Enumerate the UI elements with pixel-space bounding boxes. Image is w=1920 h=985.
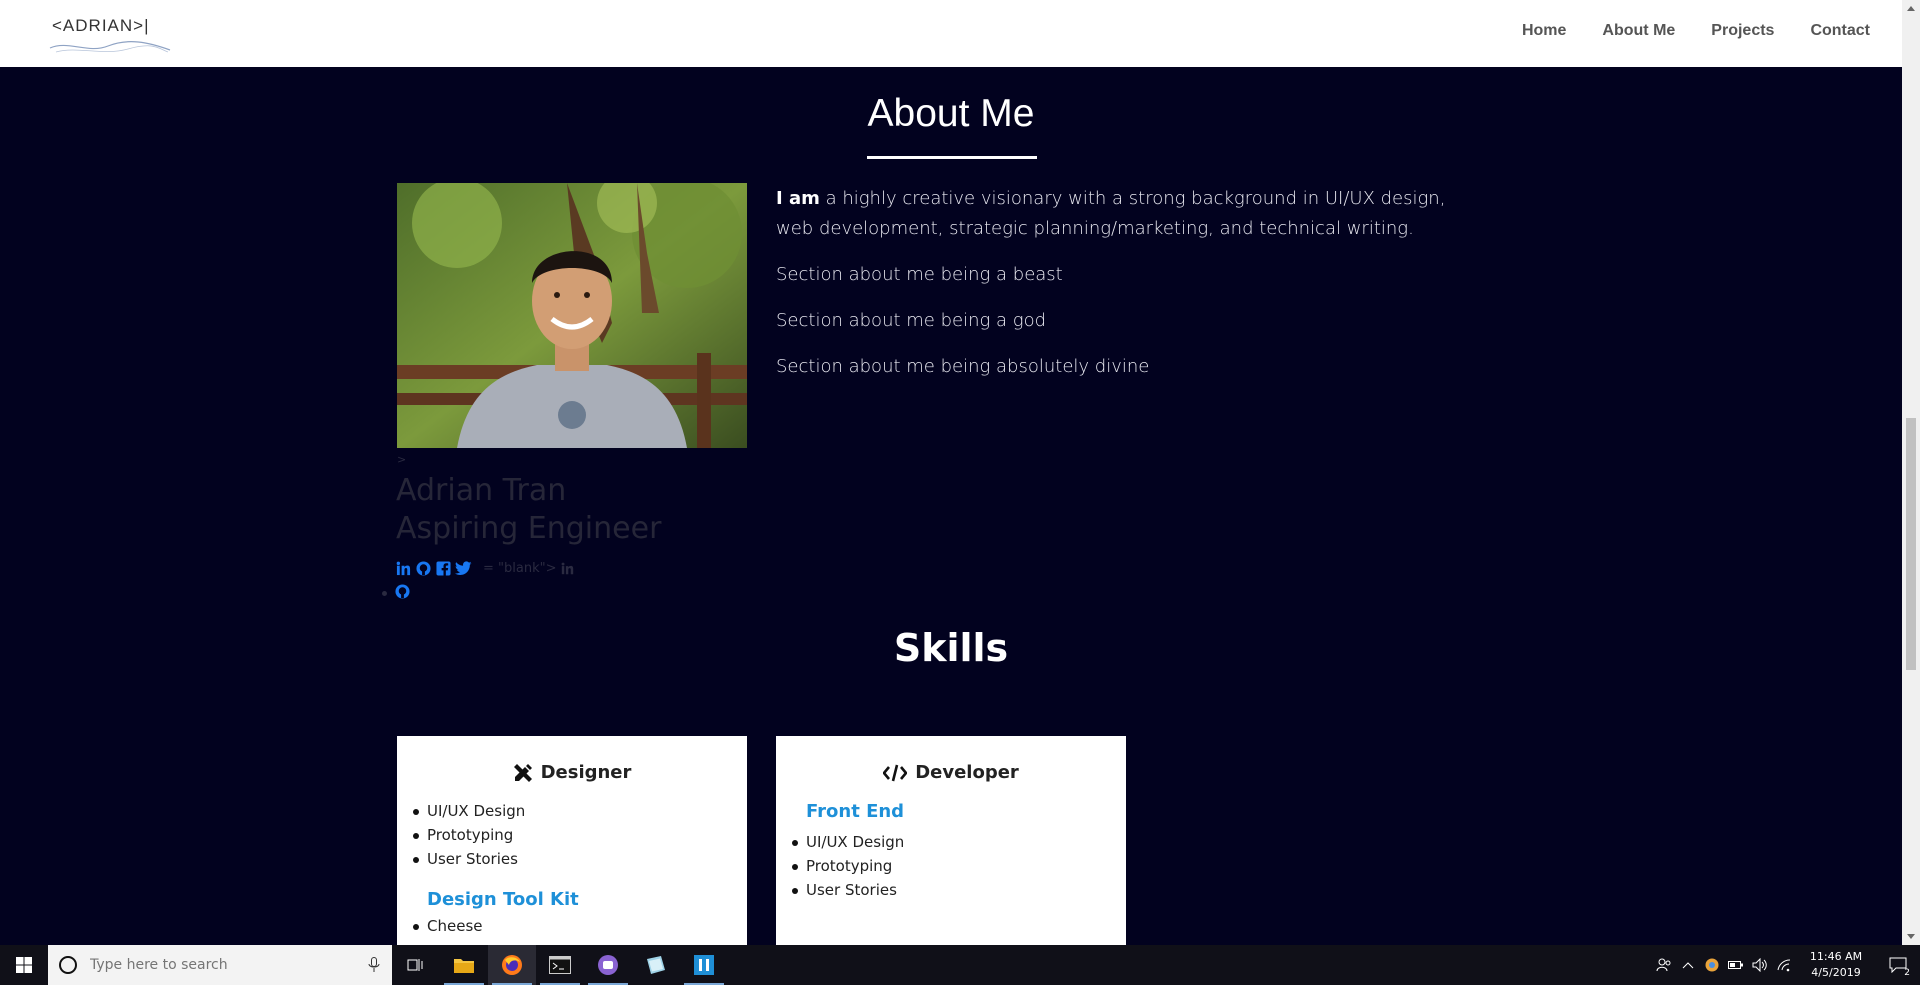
action-center-icon[interactable]: 2 [1876, 945, 1920, 985]
windows-start-icon[interactable] [0, 945, 48, 985]
profile-name-block: Adrian Tran Aspiring Engineer [396, 472, 661, 548]
task-view-icon[interactable] [392, 945, 440, 985]
list-item: UI/UX Design [413, 799, 747, 823]
skill-list: Cheese [413, 914, 747, 938]
skill-list: UI/UX Design Prototyping User Stories [413, 799, 747, 871]
list-bullet [382, 591, 387, 596]
stray-markup-text: = "blank"> [483, 561, 557, 576]
chat-app-icon[interactable] [584, 945, 632, 985]
linkedin-icon[interactable] [395, 560, 412, 577]
card-title: Designer [540, 762, 632, 783]
social-links: = "blank"> [395, 560, 576, 577]
bio-paragraph: Section about me being absolutely divine [776, 356, 1150, 377]
terminal-icon[interactable] [536, 945, 584, 985]
facebook-icon[interactable] [435, 560, 452, 577]
bio-text: I am a highly creative visionary with a … [776, 184, 1476, 398]
title-underline [867, 156, 1037, 159]
logo-text: <ADRIAN>| [52, 16, 150, 35]
about-section-title: About Me [867, 92, 1035, 135]
skill-card-developer: Developer Front End UI/UX Design Prototy… [776, 736, 1126, 946]
bio-paragraph: Section about me being a god [776, 310, 1047, 331]
scroll-up-arrow-icon[interactable] [1907, 6, 1915, 11]
twitter-icon[interactable] [455, 560, 472, 577]
list-item: Prototyping [792, 854, 1126, 878]
bio-lead: I am [776, 188, 820, 209]
logo-swoosh-icon [49, 41, 171, 53]
social-list-item [382, 584, 410, 603]
notification-count: 2 [1904, 968, 1910, 978]
list-item: Cheese [413, 914, 747, 938]
clock-time: 11:46 AM [1809, 950, 1863, 963]
nav-link-contact[interactable]: Contact [1810, 22, 1870, 40]
scroll-down-arrow-icon[interactable] [1907, 934, 1915, 939]
skill-list: UI/UX Design Prototyping User Stories [792, 830, 1126, 902]
list-item: UI/UX Design [792, 830, 1126, 854]
skill-card-designer: Designer UI/UX Design Prototyping User S… [397, 736, 747, 946]
site-logo[interactable]: <ADRIAN>| [48, 14, 173, 56]
windows-taskbar: 11:46 AM 4/5/2019 2 [0, 945, 1920, 985]
profile-name: Adrian Tran [396, 473, 567, 508]
people-icon[interactable] [1652, 945, 1676, 985]
taskbar-search[interactable] [48, 945, 392, 985]
system-tray: 11:46 AM 4/5/2019 2 [1652, 945, 1920, 985]
card-title: Developer [915, 762, 1019, 783]
microphone-icon[interactable] [368, 957, 380, 973]
card-header: Designer [397, 762, 747, 783]
battery-icon[interactable] [1724, 945, 1748, 985]
skills-section-title: Skills [893, 626, 1009, 670]
show-hidden-icons-chevron-icon[interactable] [1676, 945, 1700, 985]
profile-photo-image [397, 183, 747, 448]
notebook-app-icon[interactable] [632, 945, 680, 985]
stray-markup-text: > [397, 453, 407, 466]
card-subheading: Design Tool Kit [427, 889, 579, 910]
list-item: User Stories [413, 847, 747, 871]
pencil-ruler-icon [513, 763, 532, 782]
list-item: User Stories [792, 878, 1126, 902]
bio-paragraph: Section about me being a beast [776, 264, 1063, 285]
list-item: Prototyping [413, 823, 747, 847]
taskbar-search-input[interactable] [90, 957, 360, 973]
github-icon[interactable] [395, 584, 410, 603]
profile-photo [397, 183, 747, 448]
nav-links: Home About Me Projects Contact [1522, 22, 1870, 40]
taskbar-clock[interactable]: 11:46 AM 4/5/2019 [1796, 949, 1876, 981]
cortana-circle-icon [59, 956, 77, 974]
file-explorer-icon[interactable] [440, 945, 488, 985]
scroll-thumb[interactable] [1906, 418, 1916, 670]
code-icon [883, 764, 908, 781]
github-icon[interactable] [415, 560, 432, 577]
wifi-icon[interactable] [1772, 945, 1796, 985]
clock-date: 4/5/2019 [1811, 966, 1861, 979]
nav-link-projects[interactable]: Projects [1711, 22, 1774, 40]
firefox-icon[interactable] [488, 945, 536, 985]
nav-link-about[interactable]: About Me [1602, 22, 1675, 40]
volume-icon[interactable] [1748, 945, 1772, 985]
nav-link-home[interactable]: Home [1522, 22, 1566, 40]
linkedin-icon-faded[interactable] [559, 560, 576, 577]
code-editor-app-icon[interactable] [680, 945, 728, 985]
top-navbar: <ADRIAN>| Home About Me Projects Contact [0, 0, 1902, 67]
chrome-tray-icon[interactable] [1700, 945, 1724, 985]
bio-intro: I am a highly creative visionary with a … [776, 184, 1476, 244]
profile-role: Aspiring Engineer [396, 511, 662, 546]
card-subheading: Front End [806, 801, 905, 822]
bio-rest: a highly creative visionary with a stron… [776, 188, 1446, 239]
page-scrollbar[interactable] [1902, 0, 1920, 945]
card-header: Developer [776, 762, 1126, 783]
